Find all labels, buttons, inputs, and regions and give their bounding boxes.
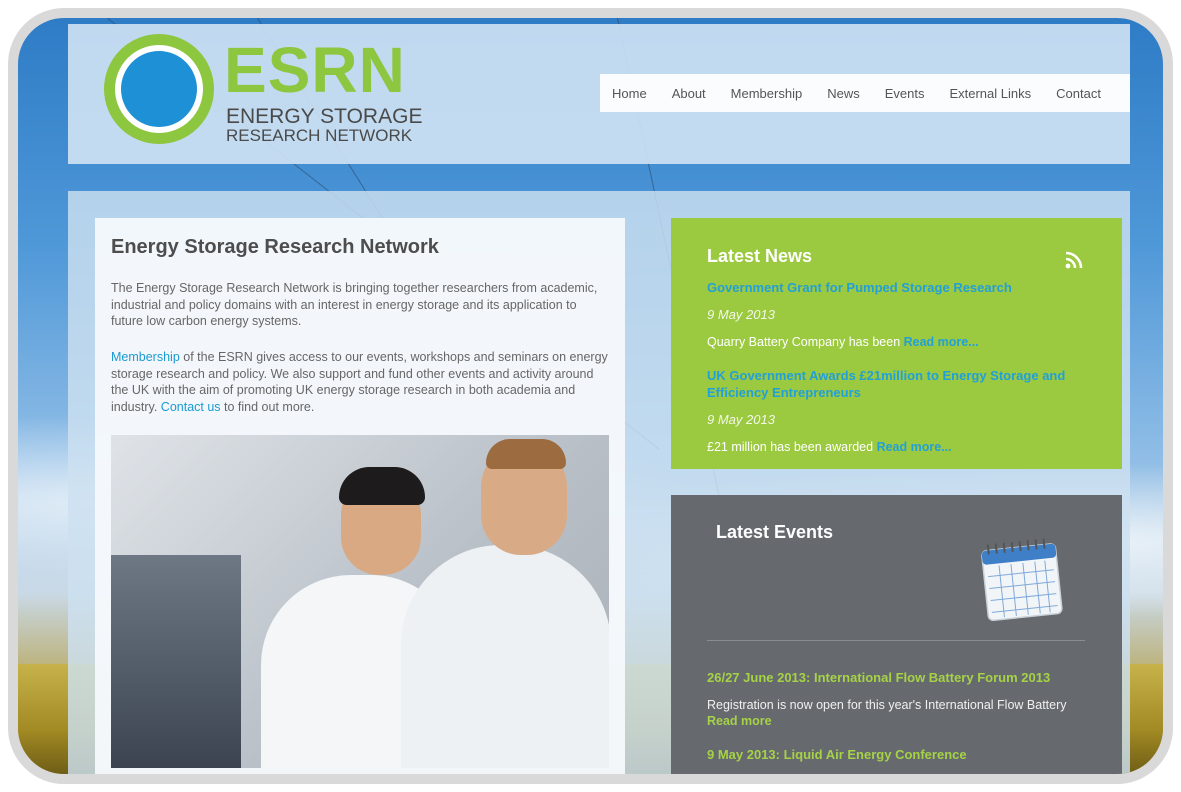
lab-equipment: [111, 555, 241, 768]
content-panel: Energy Storage Research Network The Ener…: [68, 191, 1130, 784]
page-title: Energy Storage Research Network: [111, 236, 439, 258]
news-summary-2-text: £21 million has been awarded: [707, 440, 877, 454]
intro-card: Energy Storage Research Network The Ener…: [95, 218, 625, 774]
logo-globe: [121, 51, 197, 127]
events-divider: [707, 640, 1085, 641]
nav-news[interactable]: News: [827, 86, 860, 101]
news-date-2: 9 May 2013: [707, 412, 775, 427]
latest-news-title: Latest News: [707, 246, 813, 266]
researcher-right: [401, 545, 609, 768]
event-summary-2: A seminar that shows the potential of li…: [707, 774, 1077, 784]
event-headline-1[interactable]: 26/27 June 2013: International Flow Batt…: [707, 670, 1050, 685]
main-nav: Home About Membership News Events Extern…: [600, 74, 1130, 112]
site-header: ESRN ENERGY STORAGE RESEARCH NETWORK Hom…: [68, 24, 1130, 164]
news-summary-1-text: Quarry Battery Company has been: [707, 335, 904, 349]
membership-paragraph-end: to find out more.: [220, 399, 315, 414]
logo-title[interactable]: ESRN: [224, 38, 406, 102]
nav-home[interactable]: Home: [612, 86, 647, 101]
logo-subtitle-line2: RESEARCH NETWORK: [226, 126, 413, 145]
event-summary-1-text: Registration is now open for this year's…: [707, 698, 1067, 712]
screenshot-frame: ESRN ENERGY STORAGE RESEARCH NETWORK Hom…: [8, 8, 1173, 784]
nav-events[interactable]: Events: [885, 86, 925, 101]
news-read-more-1[interactable]: Read more...: [904, 335, 979, 349]
researcher-right-hair: [486, 439, 566, 469]
latest-events-card: Latest Events 26/27 June 2013: Internati…: [671, 495, 1122, 784]
event-summary-2-text: A seminar that shows the potential of li…: [707, 775, 965, 784]
latest-news-card: Latest News Government Grant for Pumped …: [671, 218, 1122, 469]
event-read-more-2[interactable]: Read: [965, 775, 996, 784]
researcher-left-hair: [339, 467, 425, 505]
intro-paragraph: The Energy Storage Research Network is b…: [111, 281, 598, 328]
nav-about[interactable]: About: [672, 86, 706, 101]
nav-external-links[interactable]: External Links: [949, 86, 1031, 101]
news-headline-1[interactable]: Government Grant for Pumped Storage Rese…: [707, 279, 1087, 296]
news-headline-2[interactable]: UK Government Awards £21million to Energ…: [707, 367, 1087, 401]
researchers-photo: [111, 435, 609, 768]
nav-contact[interactable]: Contact: [1056, 86, 1101, 101]
latest-events-title: Latest Events: [716, 522, 834, 542]
rss-icon[interactable]: [1065, 251, 1083, 269]
event-read-more-1[interactable]: Read more: [707, 714, 772, 728]
logo-mark[interactable]: [104, 34, 214, 144]
membership-paragraph: Membership of the ESRN gives access to o…: [111, 349, 611, 415]
calendar-icon: [981, 538, 1063, 622]
event-headline-2[interactable]: 9 May 2013: Liquid Air Energy Conference: [707, 747, 967, 762]
logo-subtitle-line1: ENERGY STORAGE: [226, 105, 423, 128]
event-summary-1: Registration is now open for this year's…: [707, 697, 1077, 729]
news-date-1: 9 May 2013: [707, 307, 775, 322]
nav-membership[interactable]: Membership: [731, 86, 803, 101]
contact-us-link[interactable]: Contact us: [161, 400, 221, 414]
news-read-more-2[interactable]: Read more...: [877, 440, 952, 454]
membership-link[interactable]: Membership: [111, 350, 180, 364]
news-summary-1: Quarry Battery Company has been Read mor…: [707, 335, 979, 349]
news-summary-2: £21 million has been awarded Read more..…: [707, 440, 952, 454]
